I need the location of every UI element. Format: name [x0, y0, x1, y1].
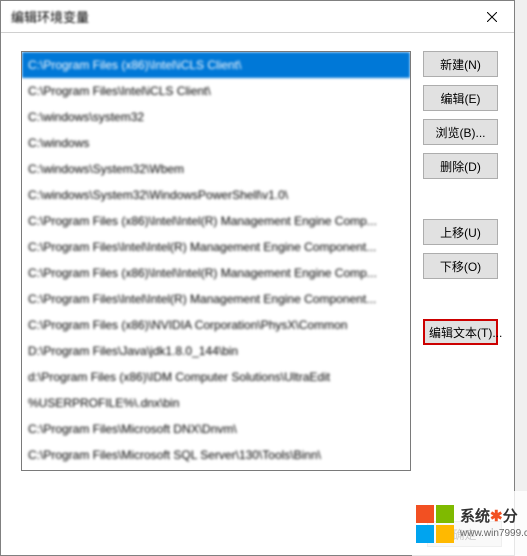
- path-listbox[interactable]: C:\Program Files (x86)\Intel\iCLS Client…: [21, 51, 411, 471]
- list-item[interactable]: C:\Program Files (x86)\Intel\Intel(R) Ma…: [22, 208, 410, 234]
- list-item[interactable]: %USERPROFILE%\.dnx\bin: [22, 390, 410, 416]
- list-item[interactable]: C:\Program Files (x86)\NVIDIA Corporatio…: [22, 312, 410, 338]
- new-button[interactable]: 新建(N): [423, 51, 498, 77]
- list-item[interactable]: d:\Program Files (x86)\IDM Computer Solu…: [22, 364, 410, 390]
- watermark-line1: 系统✱分: [460, 506, 527, 527]
- spacer: [423, 187, 498, 211]
- watermark-line2: www.win7999.com: [460, 527, 527, 541]
- watermark-text: 系统✱分 www.win7999.com: [460, 506, 527, 541]
- dialog-window: 编辑环境变量 C:\Program Files (x86)\Intel\iCLS…: [0, 0, 515, 556]
- list-item[interactable]: C:\Program Files (x86)\Intel\iCLS Client…: [22, 52, 410, 78]
- list-item[interactable]: C:\Program Files\Intel\Intel(R) Manageme…: [22, 286, 410, 312]
- list-item[interactable]: C:\Program Files (x86)\Intel\Intel(R) Ma…: [22, 260, 410, 286]
- logo-icon: [416, 505, 454, 543]
- edit-text-button[interactable]: 编辑文本(T)...: [423, 319, 498, 345]
- close-button[interactable]: [469, 1, 514, 32]
- edit-button[interactable]: 编辑(E): [423, 85, 498, 111]
- list-item[interactable]: D:\Program Files\Java\jdk1.8.0_144\bin: [22, 338, 410, 364]
- move-down-button[interactable]: 下移(O): [423, 253, 498, 279]
- browse-button[interactable]: 浏览(B)...: [423, 119, 498, 145]
- list-item[interactable]: C:\windows\System32\WindowsPowerShell\v1…: [22, 182, 410, 208]
- move-up-button[interactable]: 上移(U): [423, 219, 498, 245]
- list-item[interactable]: C:\windows\System32\Wbem: [22, 156, 410, 182]
- button-column: 新建(N) 编辑(E) 浏览(B)... 删除(D) 上移(U) 下移(O) 编…: [423, 51, 498, 471]
- spacer: [423, 287, 498, 311]
- list-item[interactable]: C:\Program Files\Intel\iCLS Client\: [22, 78, 410, 104]
- close-icon: [487, 12, 497, 22]
- watermark: 系统✱分 www.win7999.com: [412, 491, 527, 556]
- list-item[interactable]: C:\Program Files\Microsoft DNX\Dnvm\: [22, 416, 410, 442]
- list-item[interactable]: C:\windows\system32: [22, 104, 410, 130]
- list-item[interactable]: D:\android\AndroidSDK\platform-tools: [22, 468, 410, 471]
- list-item[interactable]: C:\Program Files\Intel\Intel(R) Manageme…: [22, 234, 410, 260]
- list-item[interactable]: C:\windows: [22, 130, 410, 156]
- content-area: C:\Program Files (x86)\Intel\iCLS Client…: [1, 33, 514, 481]
- window-title: 编辑环境变量: [11, 7, 89, 26]
- titlebar: 编辑环境变量: [1, 1, 514, 33]
- delete-button[interactable]: 删除(D): [423, 153, 498, 179]
- list-item[interactable]: C:\Program Files\Microsoft SQL Server\13…: [22, 442, 410, 468]
